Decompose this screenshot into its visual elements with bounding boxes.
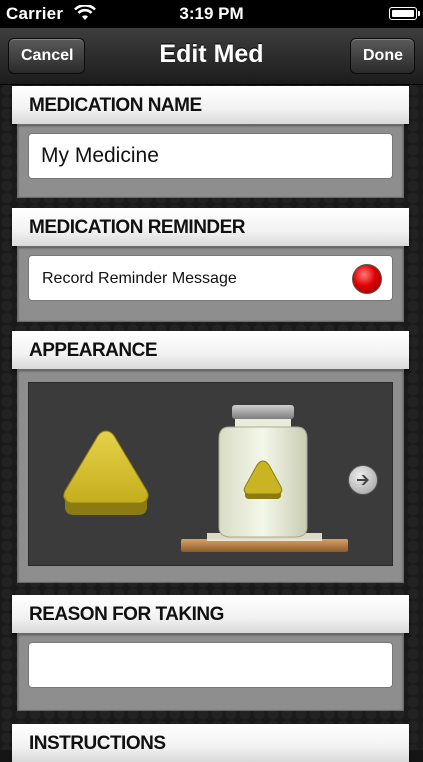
section-header-medication-name: MEDICATION NAME [12,86,409,124]
clock: 3:19 PM [179,4,244,23]
section-header-medication-reminder: MEDICATION REMINDER [12,208,409,246]
section-header-reason: REASON FOR TAKING [12,595,409,633]
section-header-appearance: APPEARANCE [12,331,409,369]
arrow-right-icon [357,475,369,485]
reason-panel [17,633,404,711]
medication-reminder-panel: Record Reminder Message [17,246,404,322]
pill-shape-image [63,430,149,515]
section-title: REASON FOR TAKING [29,604,224,625]
section-title: MEDICATION NAME [29,95,202,116]
battery-icon [389,7,420,20]
medication-name-input[interactable]: My Medicine [28,133,393,179]
section-title: MEDICATION REMINDER [29,217,246,238]
appearance-preview[interactable] [28,382,393,566]
section-title: APPEARANCE [29,340,158,361]
status-bar: Carrier 3:19 PM [0,0,423,28]
appearance-panel [17,369,404,583]
medicine-jar-image [181,405,348,552]
reason-input[interactable] [28,642,393,688]
record-reminder-button[interactable]: Record Reminder Message [28,255,393,301]
record-icon[interactable] [352,264,382,294]
done-button[interactable]: Done [350,38,415,74]
navigation-bar: Cancel Edit Med Done [0,28,423,85]
section-header-instructions: INSTRUCTIONS [12,724,409,762]
medication-name-panel: My Medicine [17,124,404,198]
next-appearance-button[interactable] [348,465,378,495]
record-reminder-label: Record Reminder Message [42,270,237,287]
section-title: INSTRUCTIONS [29,733,166,754]
